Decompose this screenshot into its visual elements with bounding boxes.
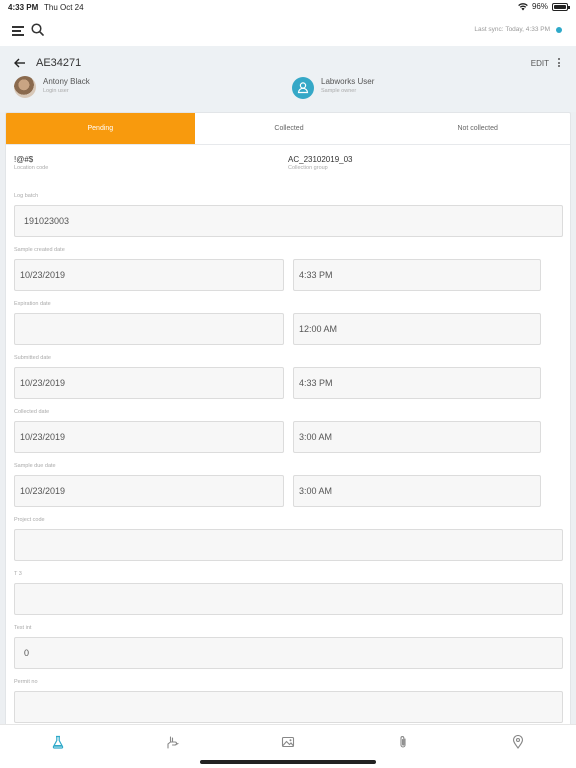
submitted-time-field[interactable]: 4:33 PM (293, 367, 541, 399)
permit-no-field[interactable] (14, 691, 563, 723)
t3-label: T 3 (14, 571, 22, 577)
project-code-label: Project code (14, 517, 45, 523)
status-right: 96% (518, 2, 570, 11)
wifi-icon (518, 2, 528, 10)
flask-icon[interactable] (51, 735, 65, 749)
person-icon (297, 82, 309, 94)
submitted-date-field[interactable]: 10/23/2019 (14, 367, 284, 399)
sample-created-date-field[interactable]: 10/23/2019 (14, 259, 284, 291)
image-icon[interactable] (281, 735, 295, 749)
submitted-date-label: Submitted date (14, 355, 51, 361)
status-bar: 4:33 PM Thu Oct 24 96% (0, 0, 576, 16)
test-int-field[interactable]: 0 (14, 637, 563, 669)
record-id: AE34271 (36, 57, 82, 69)
battery-percent: 96% (531, 2, 548, 11)
sample-due-time-field[interactable]: 3:00 AM (293, 475, 541, 507)
collected-date-label: Collected date (14, 409, 50, 415)
last-sync-time: Today, 4:33 PM (505, 26, 550, 33)
back-arrow-icon[interactable] (14, 58, 26, 68)
sample-due-date-label: Sample due date (14, 463, 56, 469)
login-user-role: Login user (43, 88, 69, 94)
permit-no-label: Permit no (14, 679, 38, 685)
log-batch-label: Log batch (14, 193, 39, 199)
hamburger-menu-icon[interactable] (12, 26, 24, 36)
location-code-value: !@#$ (14, 155, 34, 164)
sample-detail-card: Pending Collected Not collected !@#$ Loc… (5, 112, 571, 728)
sample-owner-name: Labworks User (321, 77, 375, 86)
project-code-field[interactable] (14, 529, 563, 561)
last-sync-label: Last sync: (474, 26, 504, 33)
login-user-avatar (14, 76, 36, 98)
home-indicator[interactable] (200, 760, 376, 764)
location-code-label: Location code (14, 165, 49, 171)
status-tabs: Pending Collected Not collected (6, 113, 570, 145)
collected-time-field[interactable]: 3:00 AM (293, 421, 541, 453)
tab-collected[interactable]: Collected (195, 113, 384, 144)
expiration-date-field[interactable] (14, 313, 284, 345)
sample-hand-icon[interactable] (166, 735, 180, 749)
sync-status-dot (556, 26, 562, 33)
sample-created-date-label: Sample created date (14, 247, 65, 253)
tab-not-collected[interactable]: Not collected (383, 113, 570, 144)
attachment-icon[interactable] (396, 735, 410, 749)
record-header: AE34271 EDIT Antony Black Login user Lab… (0, 46, 576, 112)
login-user-name: Antony Black (43, 77, 90, 86)
expiration-time-field[interactable]: 12:00 AM (293, 313, 541, 345)
sample-due-date-field[interactable]: 10/23/2019 (14, 475, 284, 507)
expiration-date-label: Expiration date (14, 301, 51, 307)
sample-owner-role: Sample owner (321, 88, 357, 94)
status-date: Thu Oct 24 (44, 3, 84, 12)
collection-group-label: Collection group (288, 165, 328, 171)
more-options-icon[interactable] (558, 58, 562, 68)
log-batch-field[interactable]: 191023003 (14, 205, 563, 237)
app-bar: Last sync: Today, 4:33 PM (0, 16, 576, 46)
location-pin-icon[interactable] (511, 735, 525, 749)
edit-button[interactable]: EDIT (531, 59, 549, 68)
battery-icon (552, 2, 570, 11)
search-icon[interactable] (31, 23, 44, 36)
last-sync: Last sync: Today, 4:33 PM (474, 26, 562, 33)
t3-field[interactable] (14, 583, 563, 615)
collected-date-field[interactable]: 10/23/2019 (14, 421, 284, 453)
status-time: 4:33 PM (8, 3, 39, 12)
test-int-label: Test int (14, 625, 32, 631)
sample-created-time-field[interactable]: 4:33 PM (293, 259, 541, 291)
sample-owner-avatar (292, 77, 314, 99)
tab-pending[interactable]: Pending (6, 113, 195, 144)
collection-group-value: AC_23102019_03 (288, 155, 353, 164)
